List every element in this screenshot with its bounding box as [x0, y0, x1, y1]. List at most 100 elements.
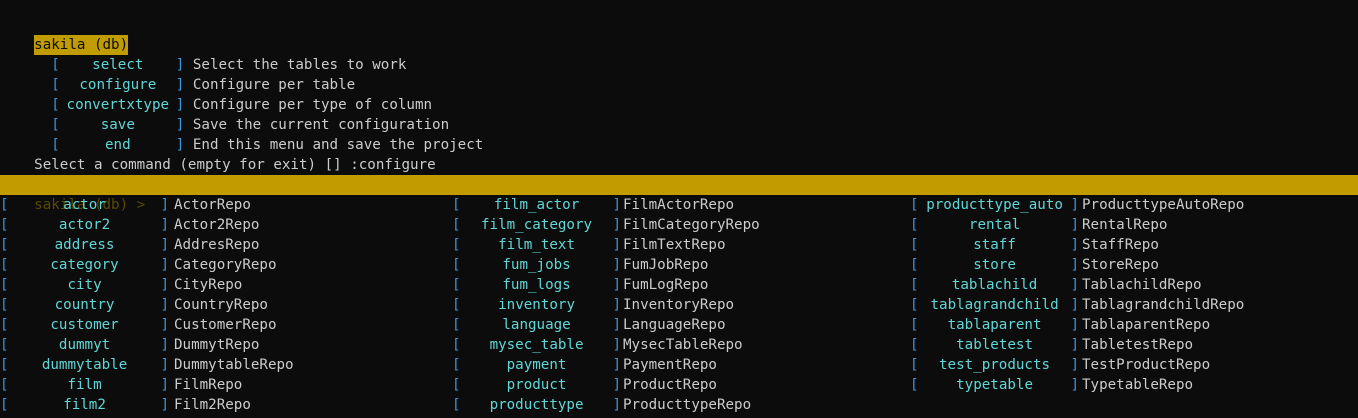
table-item[interactable]: [typetable] — [910, 375, 1079, 395]
table-name[interactable]: inventory — [461, 295, 613, 315]
table-name[interactable]: typetable — [919, 375, 1071, 395]
bracket-close: ] — [1070, 297, 1080, 313]
table-item[interactable]: [actor] — [0, 195, 169, 215]
table-item[interactable]: [film] — [0, 375, 169, 395]
table-item[interactable]: [payment] — [452, 355, 621, 375]
table-name[interactable]: staff — [919, 235, 1071, 255]
table-name[interactable]: film_category — [461, 215, 613, 235]
table-name[interactable]: tabletest — [919, 335, 1071, 355]
repo-name: FilmCategoryRepo — [623, 217, 760, 233]
table-item[interactable]: [category] — [0, 255, 169, 275]
table-item[interactable]: [dummyt] — [0, 335, 169, 355]
table-item[interactable]: [test_products] — [910, 355, 1079, 375]
bracket-close: ] — [612, 317, 622, 333]
table-name[interactable]: product — [461, 375, 613, 395]
table-item[interactable]: [producttype_auto] — [910, 195, 1079, 215]
bracket-open: [ — [452, 237, 461, 253]
table-name[interactable]: customer — [9, 315, 161, 335]
table-item[interactable]: [tablagrandchild] — [910, 295, 1079, 315]
table-name[interactable]: mysec_table — [461, 335, 613, 355]
table-item[interactable]: [fum_logs] — [452, 275, 621, 295]
table-name[interactable]: dummyt — [9, 335, 161, 355]
table-name[interactable]: address — [9, 235, 161, 255]
table-item[interactable]: [staff] — [910, 235, 1079, 255]
bracket-open: [ — [910, 377, 919, 393]
table-item[interactable]: [producttype] — [452, 395, 621, 415]
menu-item-end[interactable]: [end] End this menu and save the project — [0, 115, 1358, 153]
table-item[interactable]: [address] — [0, 235, 169, 255]
table-row: [category] CategoryRepo[fum_jobs] FumJobRe… — [0, 255, 1358, 275]
table-name[interactable]: tablagrandchild — [919, 295, 1071, 315]
bracket-open: [ — [452, 257, 461, 273]
table-item[interactable]: [film_actor] — [452, 195, 621, 215]
table-row: [film] FilmRepo[product] ProductRepo[typet… — [0, 375, 1358, 395]
table-item[interactable]: [film_text] — [452, 235, 621, 255]
table-row: [city] CityRepo[fum_logs] FumLogRepo[tabla… — [0, 275, 1358, 295]
command-prompt[interactable]: Select a command (empty for exit) [] :co… — [0, 135, 1358, 173]
table-item[interactable]: [language] — [452, 315, 621, 335]
table-name[interactable]: country — [9, 295, 161, 315]
table-item[interactable]: [store] — [910, 255, 1079, 275]
bracket-open: [ — [0, 197, 9, 213]
table-name[interactable]: film — [9, 375, 161, 395]
bracket-close: ] — [160, 357, 170, 373]
bracket-close: ] — [1070, 257, 1080, 273]
bracket-close: ] — [1070, 337, 1080, 353]
repo-name: CategoryRepo — [174, 257, 277, 273]
table-name[interactable]: fum_logs — [461, 275, 613, 295]
bracket-close: ] — [612, 357, 622, 373]
table-name[interactable]: producttype_auto — [919, 195, 1071, 215]
table-name[interactable]: store — [919, 255, 1071, 275]
repo-name: ProducttypeAutoRepo — [1082, 197, 1245, 213]
bracket-close: ] — [160, 237, 170, 253]
table-name[interactable]: film_text — [461, 235, 613, 255]
table-item[interactable]: [customer] — [0, 315, 169, 335]
bracket-open: [ — [452, 397, 461, 413]
table-name[interactable]: category — [9, 255, 161, 275]
bracket-close: ] — [1070, 277, 1080, 293]
table-name[interactable]: film2 — [9, 395, 161, 415]
table-item[interactable]: [film_category] — [452, 215, 621, 235]
table-item[interactable]: [actor2] — [0, 215, 169, 235]
table-name[interactable]: tablachild — [919, 275, 1071, 295]
table-row: [address] AddresRepo[film_text] FilmTextRe… — [0, 235, 1358, 255]
bracket-open: [ — [452, 337, 461, 353]
menu-item-select[interactable]: [select] Select the tables to work — [0, 35, 1358, 73]
bracket-close: ] — [160, 257, 170, 273]
repo-name: FumLogRepo — [623, 277, 709, 293]
table-name[interactable]: film_actor — [461, 195, 613, 215]
menu-item-convertxtype[interactable]: [convertxtype] Configure per type of col… — [0, 75, 1358, 113]
table-item[interactable]: [tabletest] — [910, 335, 1079, 355]
repo-name: FilmRepo — [174, 377, 243, 393]
menu-item-save[interactable]: [save] Save the current configuration — [0, 95, 1358, 133]
table-item[interactable]: [fum_jobs] — [452, 255, 621, 275]
title-line: sakila (db) — [0, 15, 1358, 55]
bracket-close: ] — [160, 377, 170, 393]
bracket-close: ] — [160, 317, 170, 333]
menu-item-configure[interactable]: [configure] Configure per table — [0, 55, 1358, 93]
table-name[interactable]: language — [461, 315, 613, 335]
repo-name: LanguageRepo — [623, 317, 726, 333]
table-item[interactable]: [film2] — [0, 395, 169, 415]
table-name[interactable]: tablaparent — [919, 315, 1071, 335]
table-item[interactable]: [rental] — [910, 215, 1079, 235]
table-name[interactable]: rental — [919, 215, 1071, 235]
table-item[interactable]: [mysec_table] — [452, 335, 621, 355]
bracket-close: ] — [160, 197, 170, 213]
table-name[interactable]: dummytable — [9, 355, 161, 375]
table-name[interactable]: city — [9, 275, 161, 295]
table-name[interactable]: actor — [9, 195, 161, 215]
table-item[interactable]: [country] — [0, 295, 169, 315]
table-name[interactable]: fum_jobs — [461, 255, 613, 275]
table-item[interactable]: [product] — [452, 375, 621, 395]
table-item[interactable]: [inventory] — [452, 295, 621, 315]
table-item[interactable]: [tablachild] — [910, 275, 1079, 295]
table-item[interactable]: [tablaparent] — [910, 315, 1079, 335]
table-item[interactable]: [city] — [0, 275, 169, 295]
table-name[interactable]: actor2 — [9, 215, 161, 235]
table-name[interactable]: producttype — [461, 395, 613, 415]
table-row: [country] CountryRepo[inventory] Inventory… — [0, 295, 1358, 315]
table-item[interactable]: [dummytable] — [0, 355, 169, 375]
table-name[interactable]: test_products — [919, 355, 1071, 375]
table-name[interactable]: payment — [461, 355, 613, 375]
